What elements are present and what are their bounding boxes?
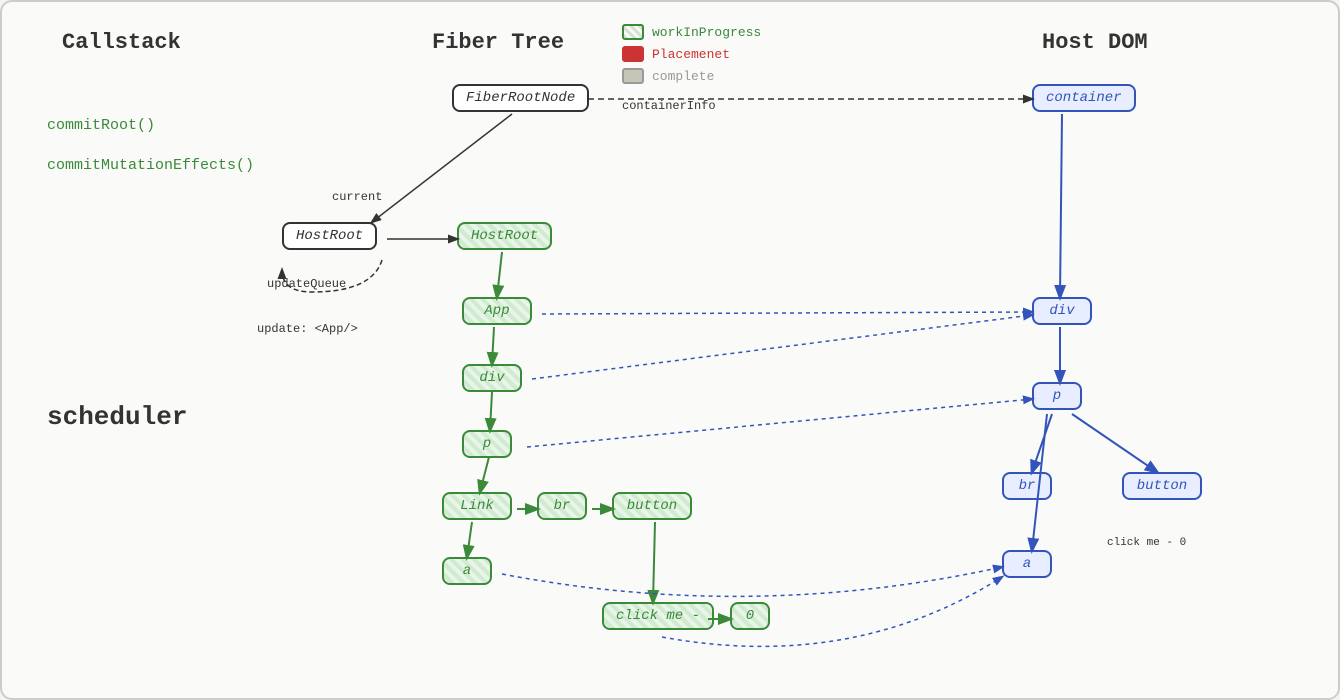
container-dom-node: container	[1032, 84, 1136, 112]
legend-wip: workInProgress	[622, 24, 761, 40]
div-fiber-node: div	[462, 364, 522, 392]
updatequeue-label: updateQueue	[267, 277, 346, 291]
link-fiber-node: Link	[442, 492, 512, 520]
containerinfo-label: containerInfo	[622, 99, 716, 113]
legend-complete: complete	[622, 68, 761, 84]
button-dom-node: button	[1122, 472, 1202, 500]
fiber-root-node: FiberRootNode	[452, 84, 589, 112]
div-dom-node: div	[1032, 297, 1092, 325]
button-fiber-node: button	[612, 492, 692, 520]
wip-icon	[622, 24, 644, 40]
callstack-header: Callstack	[62, 30, 181, 55]
update-label: update: <App/>	[257, 322, 358, 336]
hostdom-header: Host DOM	[1042, 30, 1148, 55]
wip-label: workInProgress	[652, 25, 761, 40]
current-label: current	[332, 190, 382, 204]
main-container: Callstack Fiber Tree Host DOM workInProg…	[0, 0, 1340, 700]
app-node: App	[462, 297, 532, 325]
commitmutation-label: commitMutationEffects()	[47, 157, 254, 174]
p-fiber-node: p	[462, 430, 512, 458]
fibertree-header: Fiber Tree	[432, 30, 564, 55]
legend-placement: Placemenet	[622, 46, 761, 62]
button-text-label: click me - 0	[1107, 537, 1186, 549]
clickme-fiber-node: click me -	[602, 602, 714, 630]
complete-icon	[622, 68, 644, 84]
a-dom-node: a	[1002, 550, 1052, 578]
a-fiber-node: a	[442, 557, 492, 585]
placement-label: Placemenet	[652, 47, 730, 62]
commitroot-label: commitRoot()	[47, 117, 155, 134]
hostroot-current-node: HostRoot	[282, 222, 377, 250]
scheduler-label: scheduler	[47, 402, 187, 432]
zero-fiber-node: 0	[730, 602, 770, 630]
br-dom-node: br	[1002, 472, 1052, 500]
p-dom-node: p	[1032, 382, 1082, 410]
complete-label: complete	[652, 69, 714, 84]
hostroot-wip-node: HostRoot	[457, 222, 552, 250]
placement-icon	[622, 46, 644, 62]
br-fiber-node: br	[537, 492, 587, 520]
legend: workInProgress Placemenet complete	[622, 24, 761, 84]
